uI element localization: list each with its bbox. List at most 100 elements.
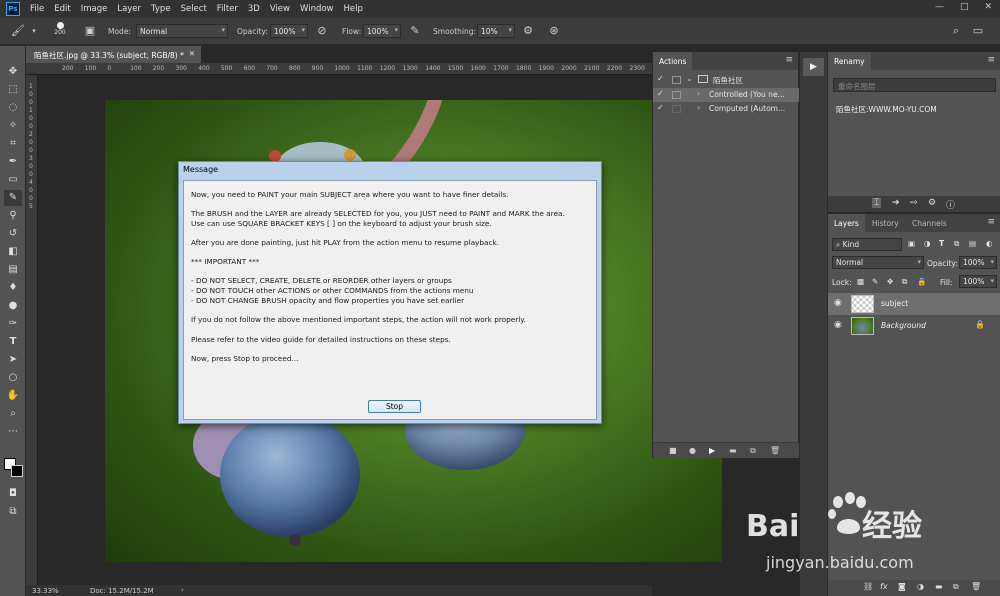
pressure-size-icon[interactable]: ⊛ (546, 23, 562, 39)
history-brush-tool-icon[interactable]: ↺ (4, 226, 22, 242)
mode-select[interactable]: Normal ▾ (136, 24, 228, 38)
action-set-row[interactable]: ✓ ⌄ 陌鱼社区 (653, 73, 799, 87)
blur-tool-icon[interactable]: ♦ (4, 280, 22, 296)
lock-position-icon[interactable]: ✥ (887, 277, 893, 286)
pen-tool-icon[interactable]: ✑ (4, 316, 22, 332)
menu-type[interactable]: Type (151, 4, 171, 14)
new-set-folder-icon[interactable]: ▬ (729, 446, 737, 455)
search-icon[interactable]: ⌕ (948, 23, 964, 39)
close-icon[interactable]: ✕ (189, 49, 195, 58)
rename-preset-item[interactable]: 陌鱼社区:WWW.MO-YU.COM (836, 104, 937, 115)
info-icon[interactable]: ⓘ (946, 198, 955, 211)
stop-button[interactable]: Stop (368, 400, 421, 413)
adjustment-layer-icon[interactable]: ◑ (917, 582, 924, 591)
dialog-toggle-icon[interactable] (672, 76, 681, 84)
dialog-toggle-icon[interactable] (672, 105, 681, 113)
menu-image[interactable]: Image (81, 4, 108, 14)
brush-tool-icon[interactable]: 🖌 (10, 23, 26, 39)
filter-toggle-icon[interactable]: ◐ (986, 239, 993, 248)
play-icon[interactable]: ▶ (803, 58, 824, 76)
gradient-tool-icon[interactable]: ▤ (4, 262, 22, 278)
maximize-button[interactable]: □ (960, 2, 969, 12)
link-layers-icon[interactable]: ⛓ (863, 582, 873, 591)
panel-menu-icon[interactable]: ≡ (987, 217, 995, 227)
menu-window[interactable]: Window (300, 4, 334, 14)
lock-transparent-icon[interactable]: ▩ (857, 277, 864, 286)
airbrush-icon[interactable]: ✎ (407, 23, 423, 39)
dodge-tool-icon[interactable]: ● (4, 298, 22, 314)
tab-history[interactable]: History (866, 214, 905, 232)
action-row[interactable]: ✓ › Controlled (You ne... (653, 88, 799, 102)
stop-recording-icon[interactable]: ■ (669, 446, 677, 455)
arrow-right-icon[interactable]: ➔ (892, 198, 900, 208)
panel-menu-icon[interactable]: ≡ (987, 55, 995, 65)
check-icon[interactable]: ✓ (657, 103, 664, 112)
flow-field[interactable]: 100% ▾ (363, 24, 401, 38)
layer-row[interactable]: ◉ Background 🔒 (828, 315, 1000, 337)
rename-input[interactable]: 重命名图层 (833, 78, 996, 92)
lasso-tool-icon[interactable]: ◌ (4, 100, 22, 116)
quick-mask-icon[interactable]: ◘ (4, 486, 22, 502)
layer-row[interactable]: ◉ subject (828, 293, 1000, 315)
brush-settings-icon[interactable]: ▣ (82, 23, 98, 39)
panel-menu-icon[interactable]: ≡ (785, 55, 793, 65)
eraser-tool-icon[interactable]: ◧ (4, 244, 22, 260)
layer-opacity-field[interactable]: 100% ▾ (959, 256, 997, 269)
gear-icon[interactable]: ⚙ (928, 198, 936, 208)
menu-layer[interactable]: Layer (117, 4, 141, 14)
text-cursor-icon[interactable]: ⌶ (872, 198, 882, 208)
tab-layers[interactable]: Layers (828, 214, 865, 232)
eye-icon[interactable]: ◉ (834, 298, 842, 308)
smart-object-filter-icon[interactable]: ▤ (969, 239, 976, 248)
document-tab[interactable]: 陌鱼社区.jpg @ 33.3% (subject, RGB/8) * ✕ (26, 46, 201, 63)
gear-icon[interactable]: ⚙ (520, 23, 536, 39)
quick-select-tool-icon[interactable]: ✧ (4, 118, 22, 134)
fill-field[interactable]: 100% ▾ (959, 275, 997, 288)
tab-channels[interactable]: Channels (906, 214, 953, 232)
chevron-right-icon[interactable]: › (697, 89, 700, 98)
screen-mode-icon[interactable]: ⧉ (4, 504, 22, 520)
new-action-icon[interactable]: ⧉ (750, 446, 756, 456)
adjustment-filter-icon[interactable]: ◑ (924, 239, 931, 248)
action-row[interactable]: ✓ › Computed (Autom... (653, 102, 799, 116)
background-color-swatch[interactable] (11, 465, 23, 477)
smoothing-field[interactable]: 10% ▾ (477, 24, 515, 38)
new-layer-icon[interactable]: ⧉ (953, 582, 959, 592)
arrow-right-icon[interactable]: ⇨ (910, 198, 918, 208)
layer-filter-select[interactable]: ⌕ Kind (832, 238, 902, 251)
shape-filter-icon[interactable]: ⧉ (954, 239, 959, 249)
chevron-right-icon[interactable]: › (697, 103, 700, 112)
tab-actions[interactable]: Actions (653, 52, 693, 70)
pixel-filter-icon[interactable]: ▣ (908, 239, 915, 248)
type-filter-icon[interactable]: T (939, 239, 944, 248)
menu-3d[interactable]: 3D (248, 4, 260, 14)
chevron-down-icon[interactable]: ⌄ (686, 74, 693, 83)
eyedropper-tool-icon[interactable]: ✒ (4, 154, 22, 170)
lock-pixels-icon[interactable]: ✎ (872, 277, 878, 286)
move-tool-icon[interactable]: ✥ (4, 64, 22, 80)
menu-edit[interactable]: Edit (54, 4, 70, 14)
menu-file[interactable]: File (30, 4, 44, 14)
trash-icon[interactable]: 🗑 (770, 446, 780, 455)
layer-mask-icon[interactable]: ◙ (898, 582, 906, 591)
type-tool-icon[interactable]: T (4, 334, 22, 350)
lock-all-icon[interactable]: 🔒 (917, 277, 926, 286)
zoom-tool-icon[interactable]: ⌕ (4, 406, 22, 422)
check-icon[interactable]: ✓ (657, 74, 664, 83)
path-select-tool-icon[interactable]: ➤ (4, 352, 22, 368)
opacity-field[interactable]: 100% ▾ (270, 24, 308, 38)
fx-icon[interactable]: fx (880, 582, 888, 591)
trash-icon[interactable]: 🗑 (971, 582, 981, 591)
zoom-level[interactable]: 33.33% (32, 587, 59, 595)
hand-tool-icon[interactable]: ✋ (4, 388, 22, 404)
frame-tool-icon[interactable]: ▭ (4, 172, 22, 188)
record-icon[interactable]: ● (689, 446, 696, 455)
play-icon[interactable]: ▶ (709, 446, 715, 455)
eye-icon[interactable]: ◉ (834, 320, 842, 330)
menu-filter[interactable]: Filter (217, 4, 238, 14)
new-group-icon[interactable]: ▬ (935, 582, 943, 591)
close-window-button[interactable]: ✕ (984, 2, 992, 12)
stamp-tool-icon[interactable]: ⚲ (4, 208, 22, 224)
menu-help[interactable]: Help (344, 4, 363, 14)
lock-artboard-icon[interactable]: ⧉ (902, 277, 907, 287)
